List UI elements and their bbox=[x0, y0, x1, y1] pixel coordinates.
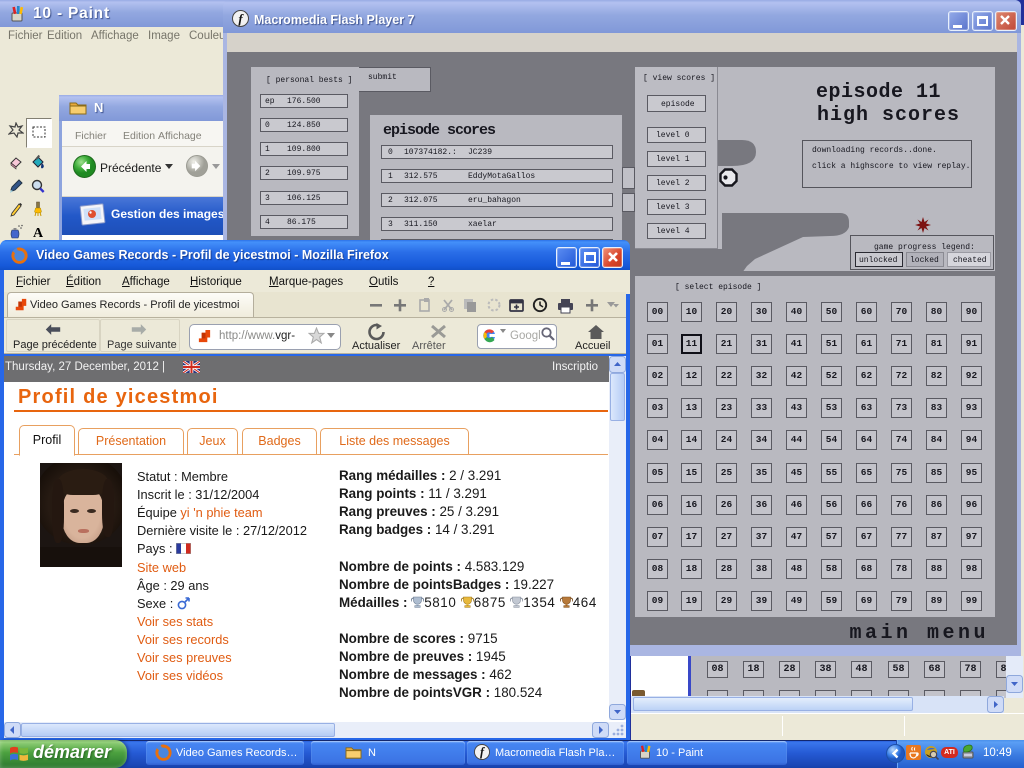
svg-text:A: A bbox=[33, 226, 44, 240]
